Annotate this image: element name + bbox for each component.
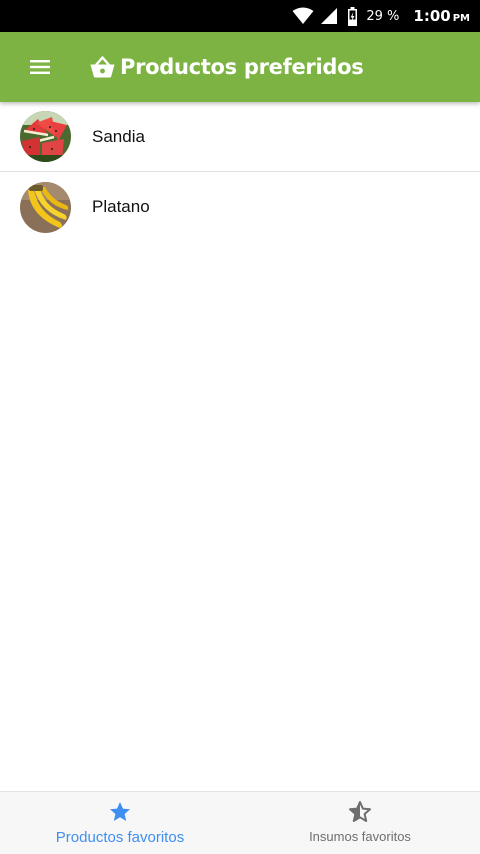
tab-insumos-favoritos[interactable]: Insumos favoritos bbox=[240, 792, 480, 854]
tab-productos-favoritos[interactable]: Productos favoritos bbox=[0, 792, 240, 854]
clock-ampm: PM bbox=[452, 13, 470, 24]
banana-image bbox=[20, 181, 71, 233]
tab-label: Insumos favoritos bbox=[309, 829, 411, 844]
hamburger-menu-icon bbox=[30, 60, 50, 74]
page-title: Productos preferidos bbox=[120, 55, 364, 79]
product-list: Sandia Platano bbox=[0, 102, 480, 242]
list-item-label: Platano bbox=[92, 197, 150, 216]
watermelon-image bbox=[20, 111, 71, 162]
wifi-icon bbox=[292, 7, 314, 25]
app-bar: Productos preferidos bbox=[0, 32, 480, 102]
menu-button[interactable] bbox=[20, 49, 60, 85]
shopping-basket-icon bbox=[90, 56, 115, 78]
bottom-navigation: Productos favoritos Insumos favoritos bbox=[0, 791, 480, 854]
battery-percent: 29 % bbox=[366, 8, 400, 24]
clock-time: 1:00 bbox=[413, 7, 451, 25]
status-bar: 29 % 1:00 PM bbox=[0, 0, 480, 32]
list-item-platano[interactable]: Platano bbox=[0, 171, 480, 242]
app-screen: 29 % 1:00 PM Productos preferidos Sandia… bbox=[0, 0, 480, 854]
battery-icon bbox=[347, 6, 358, 26]
half-star-icon bbox=[348, 800, 372, 824]
list-item-sandia[interactable]: Sandia bbox=[0, 102, 480, 171]
clock: 1:00 PM bbox=[413, 7, 470, 25]
tab-label: Productos favoritos bbox=[55, 829, 185, 846]
app-title-wrap: Productos preferidos bbox=[90, 32, 364, 102]
list-item-label: Sandia bbox=[92, 126, 145, 146]
cell-signal-icon bbox=[320, 7, 338, 25]
star-icon bbox=[108, 800, 132, 824]
status-bar-right: 29 % 1:00 PM bbox=[292, 0, 470, 32]
